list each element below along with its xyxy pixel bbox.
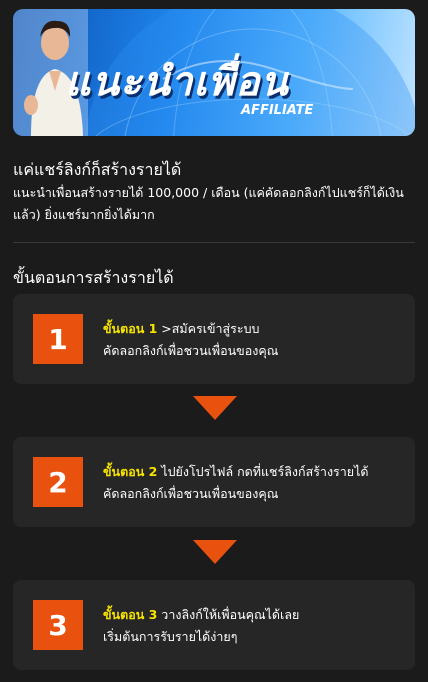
- step-text: ขั้นตอน 1 >สมัครเข้าสู่ระบบ คัดลอกลิงก์เ…: [103, 318, 405, 362]
- step-card-3: 3 ขั้นตอน 3 วางลิงก์ให้เพื่อนคุณได้เลย เ…: [13, 580, 415, 670]
- step-text: ขั้นตอน 3 วางลิงก์ให้เพื่อนคุณได้เลย เริ…: [103, 604, 405, 648]
- step-number: 3: [33, 600, 83, 650]
- step-detail: เริ่มต้นการรับรายได้ง่ายๆ: [103, 629, 238, 644]
- intro-title: แค่แชร์ลิงก์ก็สร้างรายได้: [13, 160, 182, 179]
- step-card-2: 2 ขั้นตอน 2 ไปยังโปรไฟล์ กดที่แชร์ลิงก์ส…: [13, 437, 415, 527]
- step-text: ขั้นตอน 2 ไปยังโปรไฟล์ กดที่แชร์ลิงก์สร้…: [103, 461, 405, 505]
- section-title: ขั้นตอนการสร้างรายได้: [13, 268, 174, 287]
- step-label: ขั้นตอน 1: [103, 321, 158, 336]
- step-number: 1: [33, 314, 83, 364]
- step-label: ขั้นตอน 2: [103, 464, 158, 479]
- step-number: 2: [33, 457, 83, 507]
- step-detail: คัดลอกลิงก์เพื่อชวนเพื่อนของคุณ: [103, 343, 279, 358]
- intro-body: แนะนำเพื่อนสร้างรายได้ 100,000 / เดือน (…: [13, 185, 404, 222]
- step-description: ไปยังโปรไฟล์ กดที่แชร์ลิงก์สร้างรายได้: [161, 464, 369, 479]
- affiliate-banner: แนะนำเพื่อน AFFILIATE: [13, 9, 415, 136]
- step-card-1: 1 ขั้นตอน 1 >สมัครเข้าสู่ระบบ คัดลอกลิงก…: [13, 294, 415, 384]
- chevron-down-icon: [193, 396, 237, 420]
- step-detail: คัดลอกลิงก์เพื่อชวนเพื่อนของคุณ: [103, 486, 279, 501]
- banner-subtitle: AFFILIATE: [241, 103, 314, 118]
- divider: [13, 242, 415, 243]
- step-description: >สมัครเข้าสู่ระบบ: [161, 321, 260, 336]
- step-description: วางลิงก์ให้เพื่อนคุณได้เลย: [161, 607, 300, 622]
- chevron-down-icon: [193, 540, 237, 564]
- step-label: ขั้นตอน 3: [103, 607, 158, 622]
